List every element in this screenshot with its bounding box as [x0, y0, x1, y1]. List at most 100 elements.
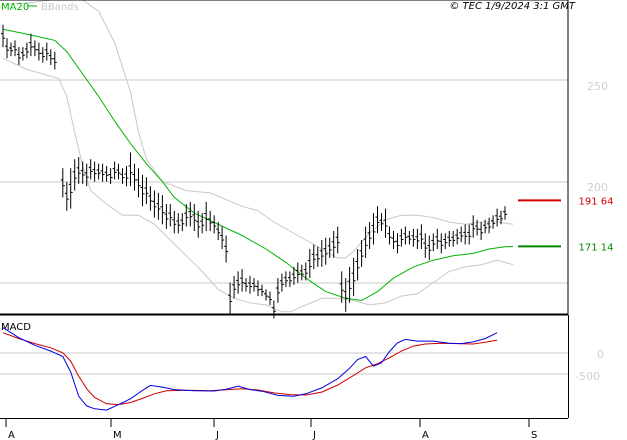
price-bar	[220, 226, 225, 249]
price-bar	[283, 271, 288, 288]
price-bar	[407, 231, 412, 245]
price-bar	[299, 264, 304, 281]
price-bar	[124, 166, 129, 187]
price-bar	[40, 47, 45, 63]
price-bar	[116, 163, 121, 180]
price-bar	[1, 24, 5, 48]
price-panel-border	[0, 0, 569, 315]
x-tick-label: A	[422, 430, 429, 440]
price-bar	[80, 161, 85, 184]
price-bar	[172, 210, 177, 234]
x-tick-label: M	[113, 430, 122, 440]
price-bar	[136, 168, 141, 198]
y-tick-label: 250	[587, 80, 608, 93]
price-bar	[383, 208, 388, 238]
price-bar	[335, 226, 340, 254]
price-bar	[339, 271, 344, 303]
price-bar	[60, 168, 65, 198]
price-bar	[180, 213, 185, 231]
ma20-line	[2, 28, 514, 302]
price-bar	[228, 282, 233, 314]
price-bar	[140, 174, 145, 207]
price-bar	[495, 208, 500, 227]
x-tick-label: S	[531, 430, 537, 440]
price-bar	[36, 42, 41, 61]
price-bar	[104, 166, 109, 182]
price-bar	[252, 278, 256, 292]
price-bar	[72, 159, 77, 191]
price-bar	[463, 224, 468, 245]
price-bar	[148, 186, 153, 211]
price-bar	[20, 47, 25, 61]
price-bar	[399, 228, 404, 247]
macd-y-tick-label: -500	[575, 370, 600, 383]
copyright-text: © TEC 1/9/2024 3:1 GMT	[449, 1, 576, 12]
price-bar	[327, 237, 332, 258]
price-bar	[168, 204, 173, 227]
price-bar	[451, 231, 456, 247]
price-bar	[196, 210, 201, 238]
price-bar	[204, 201, 209, 231]
price-bar	[268, 291, 272, 305]
price-bar	[355, 249, 360, 281]
price-bar	[479, 222, 484, 240]
price-bar	[192, 204, 197, 231]
support-level-label: 171 14	[579, 242, 614, 253]
price-levels-layer: 191 64 171 14	[518, 196, 614, 253]
price-bar	[13, 40, 17, 57]
price-bar	[307, 249, 312, 279]
price-bar	[5, 38, 9, 59]
price-bar	[311, 244, 316, 270]
ma20-legend-label: MA20	[1, 2, 29, 13]
price-bar	[16, 47, 21, 65]
bband-lower-line	[2, 57, 514, 313]
price-bar	[160, 195, 165, 225]
price-bar	[411, 228, 416, 247]
price-bar	[176, 213, 181, 234]
price-bar	[459, 226, 464, 243]
price-bar	[232, 275, 237, 299]
price-bar	[248, 275, 252, 294]
price-bar	[244, 278, 248, 292]
price-bar	[188, 201, 193, 227]
price-bar	[303, 262, 308, 281]
signal-line	[2, 332, 498, 406]
price-bar	[287, 271, 292, 288]
price-bar	[447, 231, 452, 247]
price-bar	[144, 177, 149, 205]
bbands-legend-label: BBands	[41, 2, 79, 13]
price-bar	[403, 226, 408, 245]
price-bar	[44, 42, 49, 61]
x-tick-label: J	[215, 430, 219, 440]
price-bar	[28, 33, 33, 57]
price-bar	[260, 284, 264, 297]
price-bar	[427, 235, 432, 261]
price-bar	[455, 228, 460, 245]
macd-y-tick-label: 0	[597, 348, 604, 361]
price-bar	[132, 163, 137, 191]
price-bar	[9, 42, 13, 57]
bband-upper-line	[2, 0, 514, 259]
price-bar	[375, 206, 380, 234]
price-bar	[240, 269, 245, 292]
price-bar	[152, 190, 157, 218]
x-tick-label: A	[8, 430, 15, 440]
macd-line	[2, 327, 498, 411]
price-bar	[439, 233, 444, 254]
price-bar	[391, 231, 396, 249]
price-bar	[347, 266, 352, 303]
price-bar	[467, 224, 472, 245]
price-bar	[48, 49, 53, 65]
macd-panel-label: MACD	[1, 322, 31, 333]
chart-canvas: 191 64 171 14 250 200 MA20 BBands © TEC 1…	[0, 0, 614, 440]
x-axis: AMJJAS	[5, 418, 537, 440]
price-bar	[387, 226, 392, 245]
price-bar	[423, 233, 428, 258]
price-bar	[323, 237, 328, 265]
price-bar	[100, 163, 105, 182]
price-bar	[24, 42, 29, 59]
price-bar	[96, 163, 101, 180]
ma20-layer	[2, 28, 514, 302]
price-bar	[112, 161, 117, 180]
bbands-layer	[2, 0, 514, 313]
